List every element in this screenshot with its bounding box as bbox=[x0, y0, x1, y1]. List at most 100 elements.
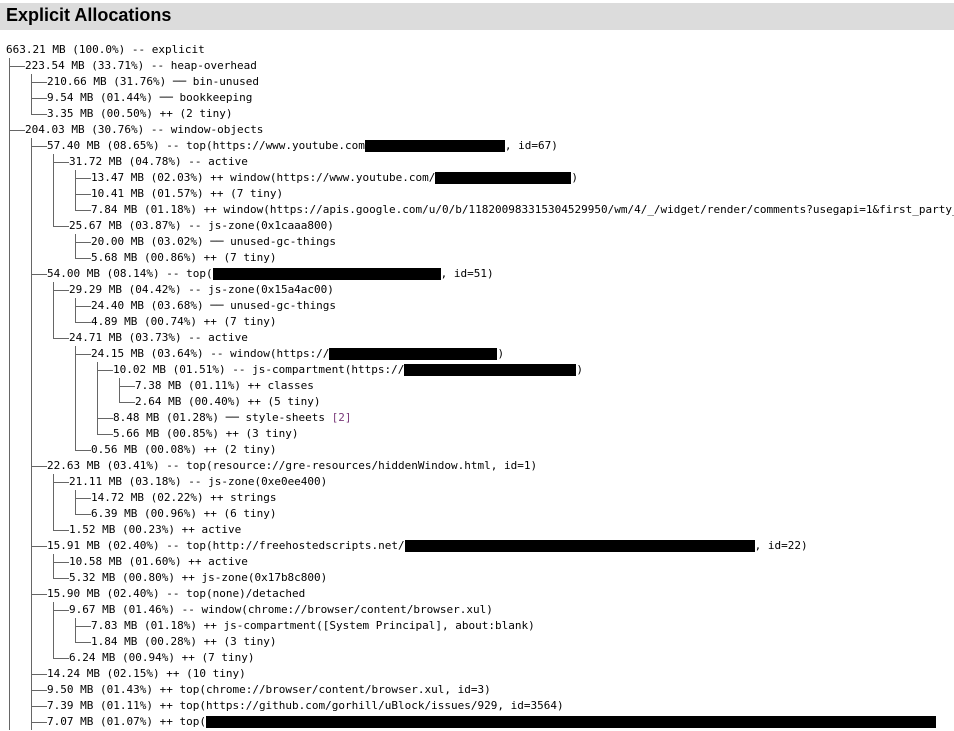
tree-row[interactable]: 6.24 MB (00.94%) ++ (7 tiny) bbox=[0, 650, 954, 666]
tree-row[interactable]: 9.50 MB (01.43%) ++ top(chrome://browser… bbox=[0, 682, 954, 698]
tree-row[interactable]: 13.47 MB (02.03%) ++ window(https://www.… bbox=[0, 170, 954, 186]
tree-row-text: 7.38 MB (01.11%) ++ classes bbox=[135, 378, 314, 394]
tree-connector bbox=[31, 634, 32, 650]
tree-row-text: 3.35 MB (00.50%) ++ (2 tiny) bbox=[47, 106, 232, 122]
tree-row[interactable]: 14.72 MB (02.22%) ++ strings bbox=[0, 490, 954, 506]
tree-connector bbox=[53, 530, 69, 531]
tree-row[interactable]: 15.90 MB (02.40%) -- top(none)/detached bbox=[0, 586, 954, 602]
amount: 1.84 MB (00.28%) bbox=[91, 635, 197, 648]
tree-row[interactable]: 24.40 MB (03.68%) ── unused-gc-things bbox=[0, 298, 954, 314]
tree-connector bbox=[31, 554, 32, 570]
amount: 10.58 MB (01.60%) bbox=[69, 555, 182, 568]
tree-connector bbox=[53, 618, 54, 634]
amount: 10.02 MB (01.51%) bbox=[113, 363, 226, 376]
tree-separator: -- bbox=[150, 59, 165, 72]
tree-row[interactable]: 5.32 MB (00.80%) ++ js-zone(0x17b8c800) bbox=[0, 570, 954, 586]
tree-separator: ++ bbox=[188, 555, 202, 568]
tree-row[interactable]: 9.67 MB (01.46%) -- window(chrome://brow… bbox=[0, 602, 954, 618]
tree-connector bbox=[75, 626, 91, 627]
tree-separator: -- bbox=[188, 219, 202, 232]
tree-separator: ++ bbox=[181, 523, 195, 536]
path-label: window(https://apis.google.com/u/0/b/118… bbox=[223, 203, 954, 216]
tree-connector bbox=[31, 202, 32, 218]
tree-row[interactable]: 14.24 MB (02.15%) ++ (10 tiny) bbox=[0, 666, 954, 682]
tree-separator: ++ bbox=[203, 203, 217, 216]
tree-connector bbox=[75, 242, 91, 243]
tree-row[interactable]: 2.64 MB (00.40%) ++ (5 tiny) bbox=[0, 394, 954, 410]
path-label: heap-overhead bbox=[170, 59, 257, 72]
section-title: Explicit Allocations bbox=[6, 5, 172, 25]
tree-row[interactable]: 29.29 MB (04.42%) -- js-zone(0x15a4ac00) bbox=[0, 282, 954, 298]
tree-row[interactable]: 15.91 MB (02.40%) -- top(http://freehost… bbox=[0, 538, 954, 554]
tree-row[interactable]: 10.58 MB (01.60%) ++ active bbox=[0, 554, 954, 570]
tree-row[interactable]: 7.38 MB (01.11%) ++ classes bbox=[0, 378, 954, 394]
tree-row[interactable]: 54.00 MB (08.14%) -- top(, id=51) bbox=[0, 266, 954, 282]
tree-row[interactable]: 7.39 MB (01.11%) ++ top(https://github.c… bbox=[0, 698, 954, 714]
path-label: active bbox=[208, 331, 248, 344]
tree-row[interactable]: 210.66 MB (31.76%) ── bin-unused bbox=[0, 74, 954, 90]
tree-row[interactable]: 7.07 MB (01.07%) ++ top( bbox=[0, 714, 954, 730]
tree-connector bbox=[31, 282, 32, 298]
tree-row[interactable]: 8.48 MB (01.28%) ── style-sheets [2] bbox=[0, 410, 954, 426]
tree-connector bbox=[75, 498, 91, 499]
tree-separator: ++ bbox=[203, 443, 217, 456]
path-label: (7 tiny) bbox=[223, 315, 277, 328]
tree-connector bbox=[53, 162, 69, 163]
amount: 13.47 MB (02.03%) bbox=[91, 171, 204, 184]
tree-row[interactable]: 204.03 MB (30.76%) -- window-objects bbox=[0, 122, 954, 138]
tree-row[interactable]: 24.15 MB (03.64%) -- window(https://) bbox=[0, 346, 954, 362]
tree-row[interactable]: 223.54 MB (33.71%) -- heap-overhead bbox=[0, 58, 954, 74]
tree-separator: -- bbox=[188, 331, 202, 344]
tree-separator: -- bbox=[188, 155, 202, 168]
tree-connector bbox=[75, 506, 76, 514]
tree-row-text: 15.91 MB (02.40%) -- top(http://freehost… bbox=[47, 538, 808, 554]
amount: 9.54 MB (01.44%) bbox=[47, 91, 153, 104]
tree-row[interactable]: 25.67 MB (03.87%) -- js-zone(0x1caaa800) bbox=[0, 218, 954, 234]
tree-row[interactable]: 22.63 MB (03.41%) -- top(resource://gre-… bbox=[0, 458, 954, 474]
tree-row[interactable]: 7.83 MB (01.18%) ++ js-compartment([Syst… bbox=[0, 618, 954, 634]
tree-row-text: 25.67 MB (03.87%) -- js-zone(0x1caaa800) bbox=[69, 218, 334, 234]
tree-row[interactable]: 7.84 MB (01.18%) ++ window(https://apis.… bbox=[0, 202, 954, 218]
tree-connector bbox=[53, 298, 54, 314]
tree-separator: ++ bbox=[210, 187, 224, 200]
tree-separator: ++ bbox=[159, 683, 173, 696]
tree-row[interactable]: 5.66 MB (00.85%) ++ (3 tiny) bbox=[0, 426, 954, 442]
amount: 24.40 MB (03.68%) bbox=[91, 299, 204, 312]
tree-row[interactable]: 3.35 MB (00.50%) ++ (2 tiny) bbox=[0, 106, 954, 122]
tree-row[interactable]: 24.71 MB (03.73%) -- active bbox=[0, 330, 954, 346]
amount: 2.64 MB (00.40%) bbox=[135, 395, 241, 408]
tree-row[interactable]: 5.68 MB (00.86%) ++ (7 tiny) bbox=[0, 250, 954, 266]
tree-connector bbox=[75, 394, 76, 410]
path-label: (3 tiny) bbox=[223, 635, 277, 648]
tree-row[interactable]: 4.89 MB (00.74%) ++ (7 tiny) bbox=[0, 314, 954, 330]
tree-row[interactable]: 663.21 MB (100.0%) -- explicit bbox=[0, 42, 954, 58]
tree-row[interactable]: 20.00 MB (03.02%) ── unused-gc-things bbox=[0, 234, 954, 250]
tree-row[interactable]: 1.52 MB (00.23%) ++ active bbox=[0, 522, 954, 538]
tree-row[interactable]: 1.84 MB (00.28%) ++ (3 tiny) bbox=[0, 634, 954, 650]
path-label: js-zone(0x15a4ac00) bbox=[208, 283, 334, 296]
tree-row-text: 24.71 MB (03.73%) -- active bbox=[69, 330, 248, 346]
tree-row-text: 54.00 MB (08.14%) -- top(, id=51) bbox=[47, 266, 494, 282]
tree-separator: -- bbox=[150, 123, 165, 136]
tree-row[interactable]: 10.41 MB (01.57%) ++ (7 tiny) bbox=[0, 186, 954, 202]
tree-separator: ++ bbox=[159, 107, 173, 120]
amount: 7.83 MB (01.18%) bbox=[91, 619, 197, 632]
tree-connector bbox=[75, 258, 91, 259]
tree-separator: ── bbox=[159, 91, 173, 104]
tree-row[interactable]: 31.72 MB (04.78%) -- active bbox=[0, 154, 954, 170]
tree-row[interactable]: 6.39 MB (00.96%) ++ (6 tiny) bbox=[0, 506, 954, 522]
tree-row[interactable]: 10.02 MB (01.51%) -- js-compartment(http… bbox=[0, 362, 954, 378]
amount: 210.66 MB (31.76%) bbox=[47, 75, 167, 88]
amount: 21.11 MB (03.18%) bbox=[69, 475, 182, 488]
tree-separator: ++ bbox=[247, 395, 261, 408]
tree-connector bbox=[119, 394, 120, 402]
tree-row[interactable]: 21.11 MB (03.18%) -- js-zone(0xe0ee400) bbox=[0, 474, 954, 490]
tree-connector bbox=[53, 650, 54, 658]
tree-row[interactable]: 57.40 MB (08.65%) -- top(https://www.you… bbox=[0, 138, 954, 154]
tree-connector bbox=[9, 218, 10, 234]
tree-row[interactable]: 9.54 MB (01.44%) ── bookkeeping bbox=[0, 90, 954, 106]
tree-connector bbox=[53, 506, 54, 522]
tree-row[interactable]: 0.56 MB (00.08%) ++ (2 tiny) bbox=[0, 442, 954, 458]
tree-connector bbox=[9, 442, 10, 458]
path-label: top(https://github.com/gorhill/uBlock/is… bbox=[179, 699, 564, 712]
